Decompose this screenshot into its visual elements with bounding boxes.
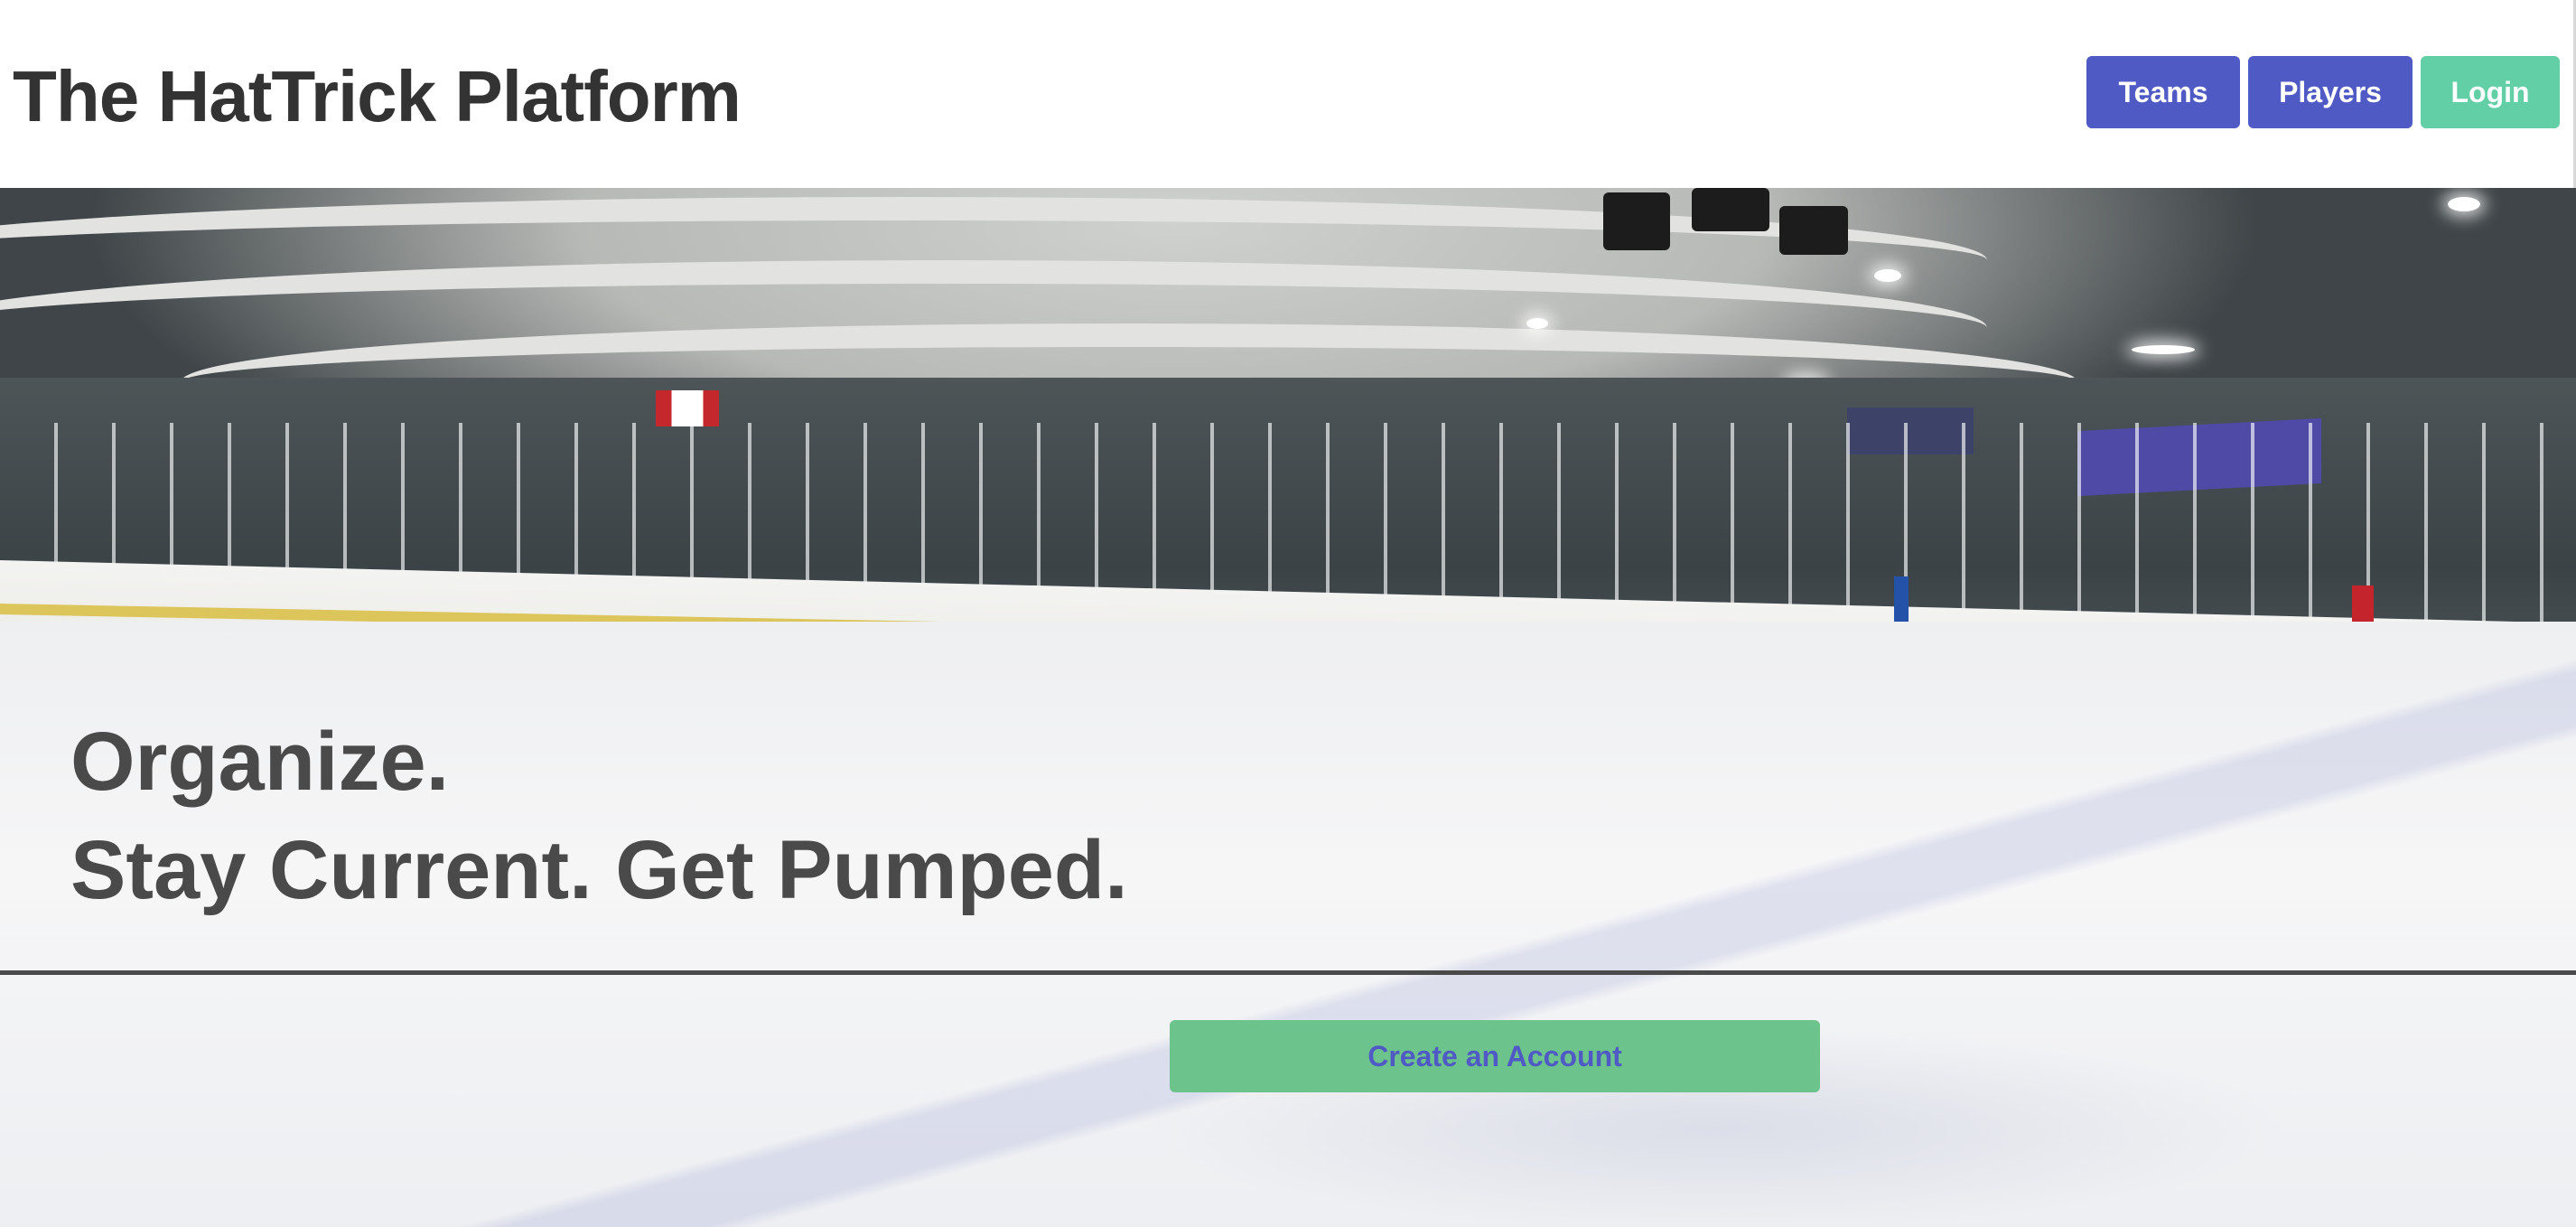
hero-divider xyxy=(0,970,2576,975)
hero-tagline: Organize. Stay Current. Get Pumped. xyxy=(70,707,1128,924)
create-account-button[interactable]: Create an Account xyxy=(1170,1020,1820,1092)
teams-button[interactable]: Teams xyxy=(2086,56,2240,128)
ceiling-light xyxy=(1526,318,1548,329)
site-title: The HatTrick Platform xyxy=(13,56,742,136)
tagline-line-1: Organize. xyxy=(70,716,450,808)
page: The HatTrick Platform Teams Players Logi… xyxy=(0,0,2576,1227)
speaker-icon xyxy=(1603,192,1670,250)
tagline-line-2: Stay Current. Get Pumped. xyxy=(70,824,1128,916)
ceiling-light xyxy=(2132,345,2195,354)
players-button[interactable]: Players xyxy=(2248,56,2413,128)
speaker-icon xyxy=(1779,206,1848,255)
ceiling-light xyxy=(1874,269,1901,282)
login-button[interactable]: Login xyxy=(2421,56,2560,128)
ceiling-light xyxy=(2448,197,2480,211)
site-header: The HatTrick Platform Teams Players Logi… xyxy=(0,0,2576,188)
flag-banner xyxy=(656,390,719,426)
hero-section: Organize. Stay Current. Get Pumped. Crea… xyxy=(0,188,2576,1227)
speaker-icon xyxy=(1692,188,1769,231)
